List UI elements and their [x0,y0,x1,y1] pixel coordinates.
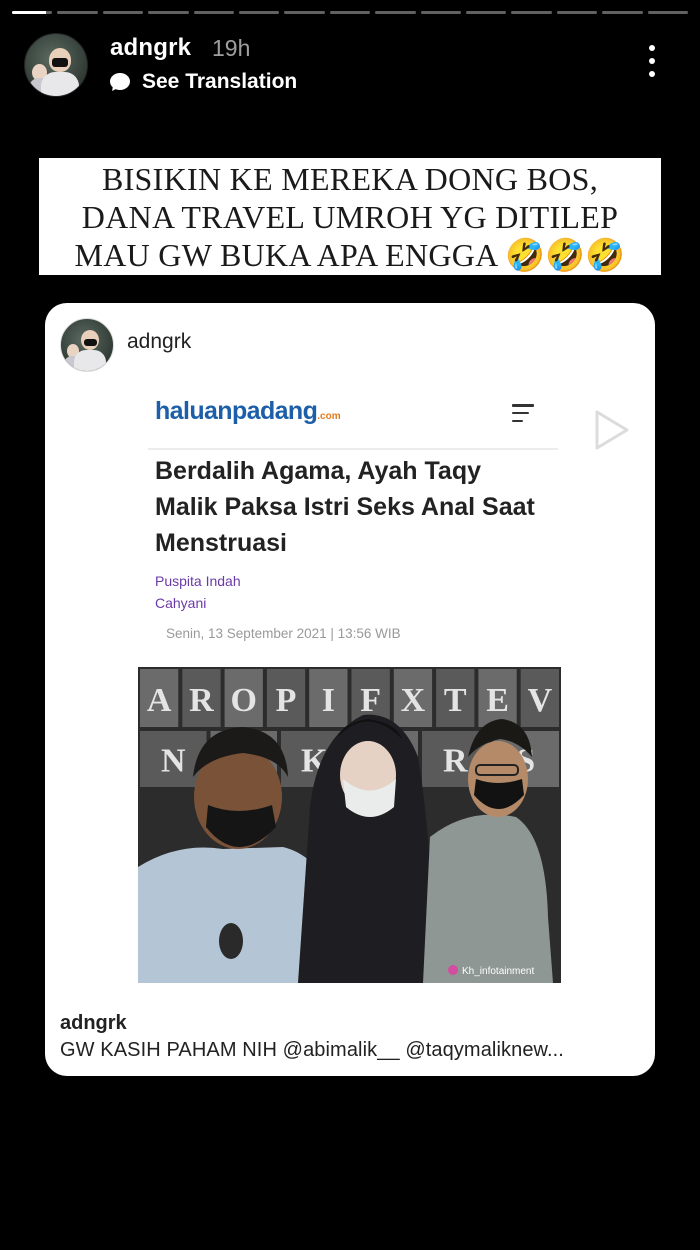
wall-letter: R [189,682,214,719]
article-photo: AROPIFXTEVNTKMRS Kh_i [138,667,561,983]
divider [148,448,558,450]
wall-letter: V [528,682,553,719]
see-translation-button[interactable]: See Translation [109,70,298,94]
progress-segment [466,11,507,14]
article-headline: Berdalih Agama, Ayah Taqy Malik Paksa Is… [155,457,535,557]
progress-segment [511,11,552,14]
more-options-icon[interactable] [645,45,659,77]
wall-letter: R [443,742,468,779]
banner-line: MAU GW BUKA APA ENGGA 🤣🤣🤣 [74,236,626,273]
article-date: Senin, 13 September 2021 | 13:56 WIB [166,626,401,641]
progress-segment [602,11,643,14]
progress-segment [647,11,689,14]
progress-segment [12,11,53,14]
caption-banner: BISIKIN KE MEREKA DONG BOS, DANA TRAVEL … [39,158,661,275]
progress-segment [329,11,371,14]
progress-segment [284,11,325,14]
wall-letter: A [147,682,172,719]
caption-username[interactable]: adngrk [60,1012,127,1035]
story-username[interactable]: adngrk [110,34,191,62]
caption-text: GW KASIH PAHAM NIH @abimalik__ @taqymali… [60,1039,564,1061]
shared-post-username[interactable]: adngrk [127,330,191,354]
progress-segment [556,11,598,14]
avatar[interactable] [24,33,88,97]
wall-letter: I [322,682,335,719]
article-screenshot: haluanpadang.com Berdalih Agama, Ayah Ta… [138,378,561,983]
play-icon[interactable] [591,408,631,452]
shared-post-card[interactable]: adngrk haluanpadang.com Berdalih Agama, … [45,303,655,1076]
progress-segment [239,11,280,14]
progress-segment [102,11,144,14]
wall-letter: P [276,682,297,719]
progress-segment [57,11,98,14]
article-author: Puspita Indah Cahyani [155,573,241,611]
speech-bubble-icon [109,72,130,93]
wall-letter: X [401,682,426,719]
progress-segment [148,11,189,14]
shared-post-avatar[interactable] [60,318,114,372]
photo-watermark: Kh_infotainment [462,966,534,977]
wall-letter: F [360,682,381,719]
banner-line: DANA TRAVEL UMROH YG DITILEP [81,198,619,235]
wall-letter: T [444,682,467,719]
see-translation-label: See Translation [142,70,298,93]
progress-segment [420,11,462,14]
wall-letter: E [486,682,509,719]
progress-segment [375,11,416,14]
wall-letter: N [161,742,186,779]
banner-line: BISIKIN KE MEREKA DONG BOS, [101,160,599,197]
wall-letter: O [231,682,257,719]
progress-segment [193,11,235,14]
story-time: 19h [212,35,251,61]
hamburger-menu-icon [512,404,534,422]
site-logo: haluanpadang.com [155,397,341,425]
story-progress-bar [12,11,689,15]
